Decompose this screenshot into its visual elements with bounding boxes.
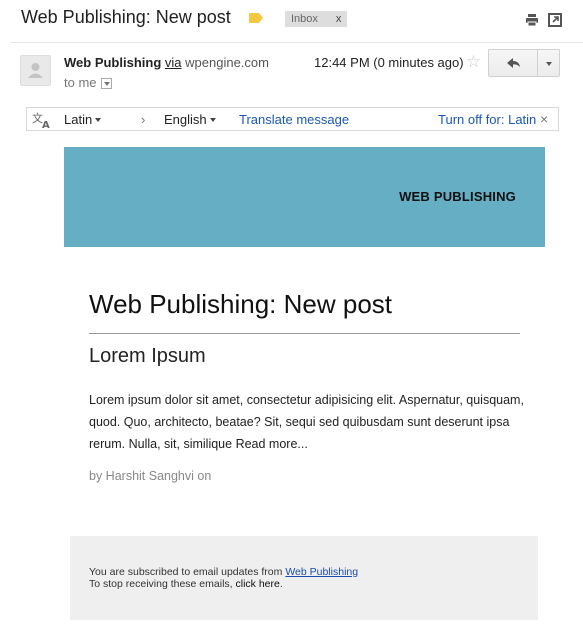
source-language-select[interactable]: Latin [64,112,102,127]
read-more-link[interactable]: Read more... [236,437,308,451]
email-banner: WEB PUBLISHING [64,147,545,247]
avatar [20,55,51,86]
sender-domain: wpengine.com [185,55,269,70]
translate-bar: 文 A Latin › English Translate message Tu… [26,107,559,131]
inbox-label-chip[interactable]: Inbox x [285,11,348,27]
email-subject: Web Publishing: New post [21,7,231,27]
sender-line: Web Publishing via wpengine.com [64,55,269,70]
translate-icon: 文 A [32,111,50,129]
footer-text: You are subscribed to email updates from… [89,566,358,590]
post-title: Web Publishing: New post [89,289,393,319]
turn-off-translation-link[interactable]: Turn off for: Latin [438,112,536,127]
banner-title: WEB PUBLISHING [399,189,516,204]
blog-link[interactable]: Web Publishing [285,566,358,578]
post-excerpt: Lorem ipsum dolor sit amet, consectetur … [89,389,529,455]
inbox-label-text: Inbox [291,13,318,25]
arrow-right-icon: › [141,112,146,127]
target-language-select[interactable]: English [164,112,216,127]
header-divider [11,42,583,43]
target-language-label: English [164,112,207,127]
post-heading[interactable]: Lorem Ipsum [89,345,206,368]
source-language-label: Latin [64,112,93,127]
reply-icon [507,58,520,68]
translate-message-link[interactable]: Translate message [239,112,349,127]
via-link[interactable]: via [165,55,182,70]
remove-label-button[interactable]: x [336,11,342,27]
more-actions-button[interactable] [537,49,560,77]
reply-button[interactable] [488,49,538,77]
footer-line2-suffix: . [279,578,283,590]
show-details-button[interactable] [100,78,112,89]
person-icon [28,63,43,78]
unsubscribe-link[interactable]: click here [236,578,280,590]
close-icon[interactable]: × [540,111,548,127]
post-byline: by Harshit Sanghvi on [89,469,212,483]
footer-line2-text: To stop receiving these emails, [89,578,236,590]
title-divider [89,333,520,334]
print-icon[interactable] [525,13,539,27]
recipient-line: to me [64,75,112,90]
chevron-down-icon [95,118,102,122]
sender-name[interactable]: Web Publishing [64,55,161,70]
svg-text:A: A [42,120,50,129]
subscription-footer: You are subscribed to email updates from… [70,536,538,620]
recipient-text: to me [64,75,97,90]
new-window-icon[interactable] [548,13,562,27]
message-time: 12:44 PM (0 minutes ago) [314,55,464,70]
footer-line1-text: You are subscribed to email updates from [89,566,286,578]
star-icon[interactable]: ☆ [466,52,481,72]
chevron-down-icon [209,118,216,122]
label-tag-icon[interactable] [249,13,263,23]
